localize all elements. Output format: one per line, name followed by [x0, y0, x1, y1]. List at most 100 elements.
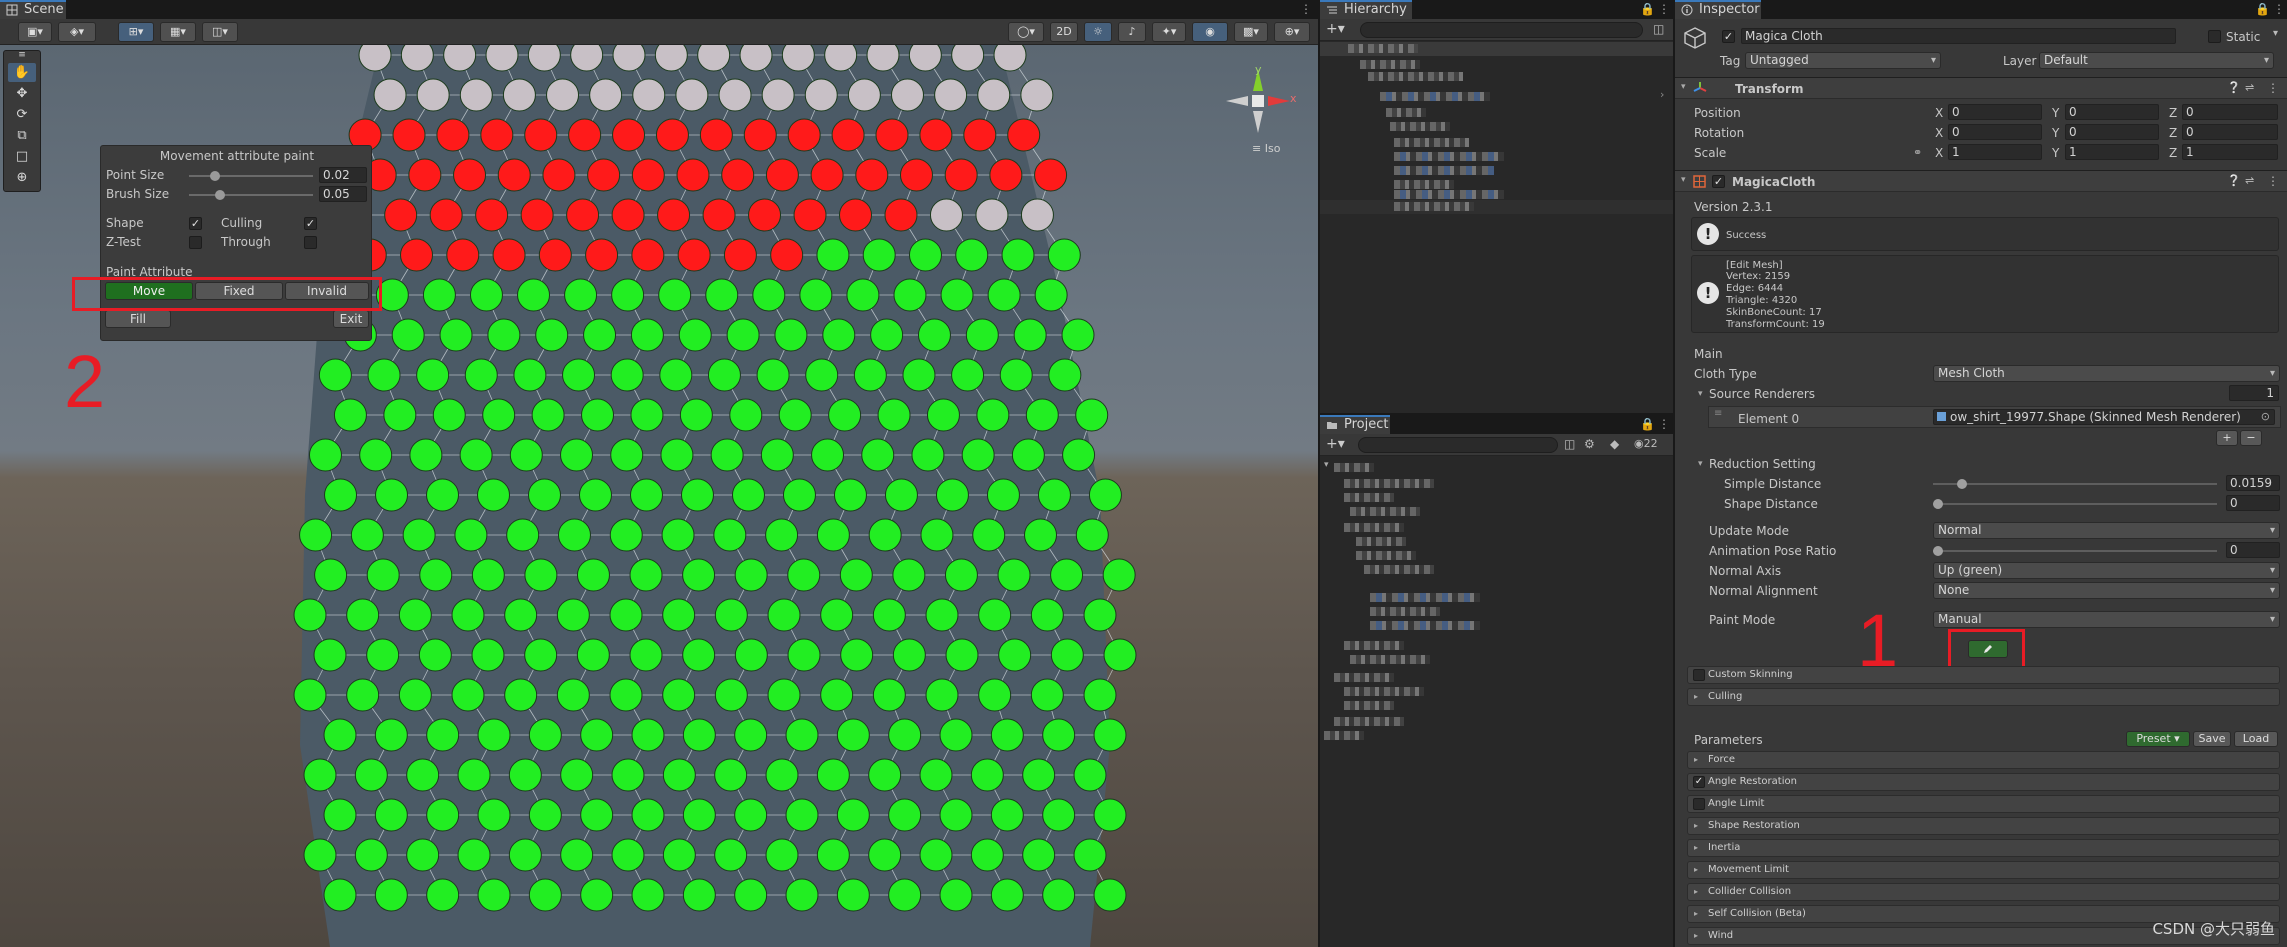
param-collider-collision-fold-icon[interactable]: ▸: [1694, 884, 1698, 900]
ztest-checkbox[interactable]: [189, 236, 202, 249]
draw-gizmo-button[interactable]: ◯▾: [1008, 22, 1044, 42]
point-size-knob[interactable]: [210, 171, 220, 181]
rotation-z-field[interactable]: 0: [2182, 124, 2278, 140]
hand-tool-icon[interactable]: ✋: [8, 63, 36, 82]
project-folder[interactable]: [1344, 479, 1434, 488]
project-folder[interactable]: [1334, 717, 1404, 726]
fill-button[interactable]: Fill: [105, 310, 171, 328]
project-folder[interactable]: [1344, 701, 1394, 710]
param-wind-fold-icon[interactable]: ▸: [1694, 928, 1698, 944]
shape-distance-knob[interactable]: [1933, 499, 1943, 509]
param-collider-collision-row[interactable]: ▸ Collider Collision: [1687, 883, 2280, 901]
magicacloth-fold-icon[interactable]: ▾: [1681, 175, 1686, 185]
param-movement-limit-fold-icon[interactable]: ▸: [1694, 862, 1698, 878]
magicacloth-menu-icon[interactable]: ⋮: [2267, 174, 2279, 188]
project-folder[interactable]: [1370, 607, 1440, 616]
visibility-toggle[interactable]: ◉: [1192, 22, 1228, 42]
grid-snap-button[interactable]: ▦▾: [160, 22, 196, 42]
normal-alignment-dropdown[interactable]: None: [1933, 582, 2280, 599]
exit-button[interactable]: Exit: [333, 310, 369, 328]
inspector-lock-icon[interactable]: 🔒: [2255, 2, 2270, 16]
hierarchy-item[interactable]: [1360, 60, 1420, 69]
load-button[interactable]: Load: [2234, 731, 2278, 747]
palette-grip-icon[interactable]: ≡: [8, 51, 36, 60]
transform-menu-icon[interactable]: ⋮: [2267, 81, 2279, 95]
projection-label[interactable]: ≡ Iso: [1252, 142, 1280, 155]
effects-button[interactable]: ✦▾: [1152, 22, 1186, 42]
param-angle-limit-row[interactable]: Angle Limit: [1687, 795, 2280, 813]
move-tool-icon[interactable]: ✥: [8, 84, 36, 103]
simple-distance-field[interactable]: 0.0159: [2226, 475, 2280, 491]
rotation-x-field[interactable]: 0: [1948, 124, 2042, 140]
hierarchy-item[interactable]: [1394, 138, 1469, 147]
hierarchy-expand-icon[interactable]: ›: [1660, 88, 1664, 101]
hierarchy-lock-icon[interactable]: 🔒: [1640, 2, 1655, 16]
culling-checkbox[interactable]: ✓: [304, 217, 317, 230]
rotation-y-field[interactable]: 0: [2065, 124, 2159, 140]
element0-object-field[interactable]: ow_shirt_19977.Shape (Skinned Mesh Rende…: [1933, 409, 2275, 425]
point-size-field[interactable]: 0.02: [319, 167, 367, 183]
project-folder[interactable]: [1370, 621, 1480, 630]
brush-size-field[interactable]: 0.05: [319, 186, 367, 202]
hierarchy-item[interactable]: [1368, 72, 1463, 81]
hierarchy-filter-icon[interactable]: ◫: [1653, 22, 1664, 36]
shading-button[interactable]: ◈▾: [58, 22, 96, 42]
param-movement-limit-row[interactable]: ▸ Movement Limit: [1687, 861, 2280, 879]
simple-distance-slider[interactable]: [1933, 483, 2217, 485]
hierarchy-add-icon[interactable]: +▾: [1326, 21, 1345, 37]
transform-tools-button[interactable]: ⊞▾: [118, 22, 154, 42]
transform-fold-icon[interactable]: ▾: [1681, 82, 1686, 92]
tag-dropdown[interactable]: Untagged: [1745, 52, 1941, 69]
search-scope-icon[interactable]: ◫: [1564, 437, 1575, 451]
magicacloth-preset-icon[interactable]: ⇌: [2245, 174, 2254, 187]
hierarchy-menu-icon[interactable]: ⋮: [1658, 2, 1670, 16]
transform-tool-icon[interactable]: ⊕: [8, 168, 36, 187]
project-folder[interactable]: [1350, 655, 1430, 664]
shape-distance-slider[interactable]: [1933, 503, 2217, 505]
object-picker-icon[interactable]: ⊙: [2261, 410, 2270, 424]
add-element-icon[interactable]: +: [2216, 430, 2238, 446]
culling-row[interactable]: ▸ Culling: [1687, 688, 2280, 706]
draw-mode-button[interactable]: ▣▾: [18, 22, 52, 42]
cloth-type-dropdown[interactable]: Mesh Cloth: [1933, 365, 2280, 382]
gizmos-button[interactable]: ⊕▾: [1274, 22, 1310, 42]
reduction-fold-icon[interactable]: ▾: [1698, 459, 1703, 469]
hierarchy-item[interactable]: [1394, 180, 1454, 189]
audio-toggle[interactable]: ♪: [1118, 22, 1146, 42]
through-checkbox[interactable]: [304, 236, 317, 249]
2d-toggle[interactable]: 2D: [1050, 22, 1078, 42]
project-folder[interactable]: [1344, 641, 1404, 650]
magicacloth-enabled-checkbox[interactable]: ✓: [1712, 175, 1725, 188]
param-shape-restoration-row[interactable]: ▸ Shape Restoration: [1687, 817, 2280, 835]
project-folder[interactable]: [1334, 673, 1394, 682]
hierarchy-item[interactable]: [1348, 44, 1418, 53]
constrain-link-icon[interactable]: ⚭: [1913, 146, 1922, 159]
param-angle-restoration-row[interactable]: ✓ Angle Restoration: [1687, 773, 2280, 791]
paint-mode-dropdown[interactable]: Manual: [1933, 611, 2280, 628]
project-lock-icon[interactable]: 🔒: [1640, 417, 1655, 431]
save-button[interactable]: Save: [2193, 731, 2231, 747]
rect-tool-icon[interactable]: □: [8, 147, 36, 166]
hierarchy-item[interactable]: [1394, 152, 1504, 161]
anim-pose-slider[interactable]: [1933, 550, 2217, 552]
scene-menu-icon[interactable]: ⋮: [1300, 2, 1312, 16]
project-menu-icon[interactable]: ⋮: [1658, 417, 1670, 431]
project-folder[interactable]: [1344, 493, 1394, 502]
tab-hierarchy[interactable]: Hierarchy: [1320, 0, 1412, 19]
project-add-icon[interactable]: +▾: [1326, 436, 1345, 452]
static-dropdown-icon[interactable]: ▾: [2273, 28, 2278, 39]
hierarchy-item[interactable]: [1394, 190, 1504, 199]
filter-type-icon[interactable]: ⚙: [1584, 437, 1595, 451]
increment-snap-button[interactable]: ◫▾: [202, 22, 238, 42]
param-force-row[interactable]: ▸ Force: [1687, 751, 2280, 769]
hierarchy-selected-row[interactable]: [1320, 200, 1673, 214]
scale-x-field[interactable]: 1: [1948, 144, 2042, 160]
update-mode-dropdown[interactable]: Normal: [1933, 522, 2280, 539]
hierarchy-item[interactable]: [1380, 92, 1490, 101]
brush-size-slider[interactable]: [189, 194, 313, 196]
element0-drag-handle-icon[interactable]: ≡: [1714, 408, 1722, 419]
camera-button[interactable]: ▩▾: [1234, 22, 1268, 42]
source-renderers-size-field[interactable]: 1: [2229, 385, 2279, 401]
normal-axis-dropdown[interactable]: Up (green): [1933, 562, 2280, 579]
magicacloth-help-icon[interactable]: ❔: [2227, 174, 2241, 187]
